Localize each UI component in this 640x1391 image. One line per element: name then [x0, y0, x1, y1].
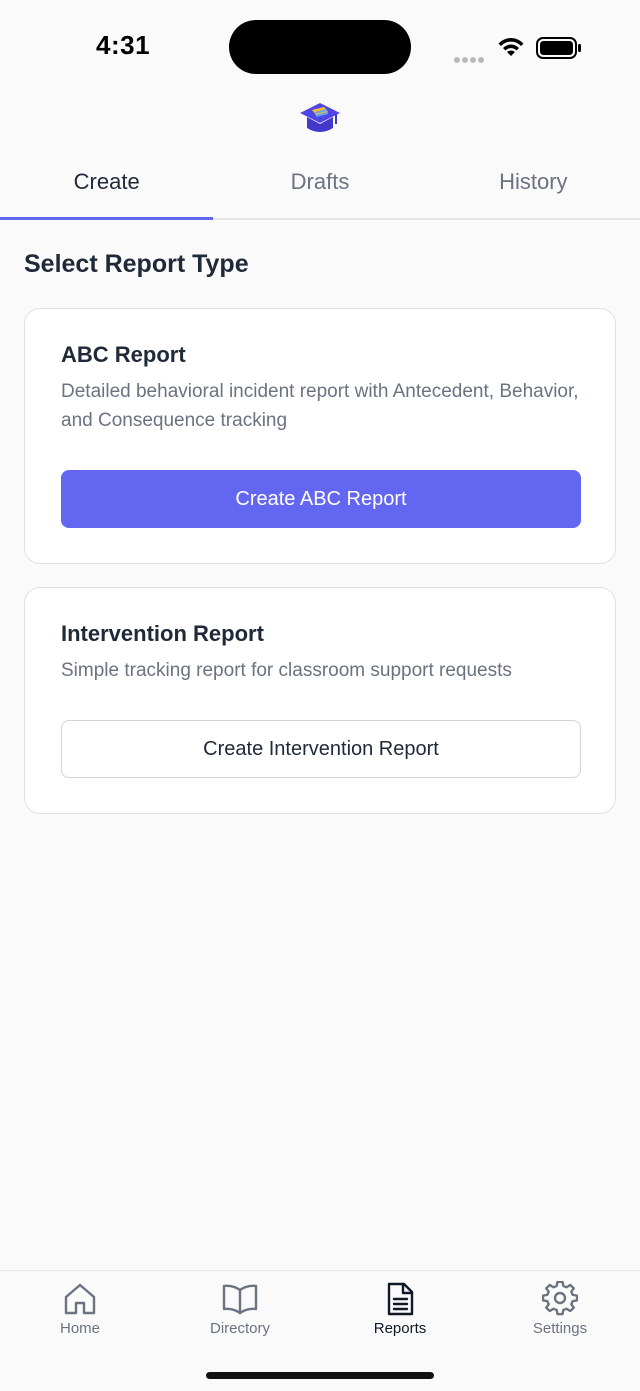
- nav-item-home[interactable]: Home: [0, 1271, 160, 1391]
- home-icon: [64, 1283, 96, 1315]
- intervention-report-card: Intervention Report Simple tracking repo…: [24, 587, 616, 814]
- tab-history[interactable]: History: [427, 150, 640, 218]
- battery-icon: [536, 37, 581, 59]
- abc-report-card: ABC Report Detailed behavioral incident …: [24, 308, 616, 564]
- nav-item-settings[interactable]: Settings: [480, 1271, 640, 1391]
- card-description: Detailed behavioral incident report with…: [61, 381, 579, 431]
- nav-label: Settings: [532, 1320, 588, 1337]
- status-bar: 4:31: [0, 0, 640, 96]
- tab-drafts[interactable]: Drafts: [213, 150, 426, 218]
- create-intervention-report-button[interactable]: Create Intervention Report: [61, 720, 581, 778]
- nav-label: Home: [59, 1320, 100, 1337]
- dynamic-island: [229, 20, 411, 74]
- nav-label: Directory: [209, 1320, 270, 1337]
- home-indicator[interactable]: [206, 1372, 434, 1379]
- gear-icon: [542, 1281, 578, 1316]
- graduation-cap-logo-icon: [300, 103, 340, 132]
- book-icon: [222, 1284, 258, 1315]
- report-tabs: Create Drafts History: [0, 150, 640, 220]
- tab-create[interactable]: Create: [0, 150, 214, 220]
- section-title: Select Report Type: [24, 250, 249, 278]
- card-title: Intervention Report: [61, 621, 264, 646]
- wifi-icon: [498, 38, 524, 56]
- cellular-signal-icon: [454, 50, 486, 68]
- card-title: ABC Report: [61, 342, 186, 367]
- status-time: 4:31: [96, 30, 151, 60]
- document-icon: [387, 1282, 414, 1316]
- create-abc-report-button[interactable]: Create ABC Report: [61, 470, 581, 528]
- nav-label: Reports: [373, 1320, 427, 1337]
- card-description: Simple tracking report for classroom sup…: [61, 660, 512, 681]
